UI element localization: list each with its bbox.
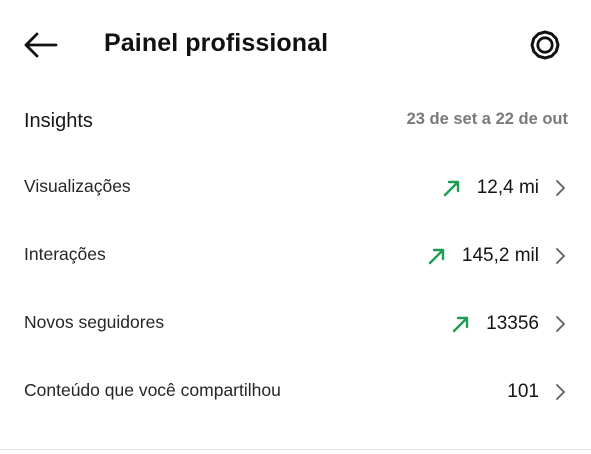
trend-up-icon — [441, 177, 463, 199]
metric-label: Interações — [24, 244, 106, 264]
metric-value: 13356 — [486, 313, 539, 334]
metric-row-shared-content[interactable]: Conteúdo que você compartilhou 101 — [0, 358, 591, 426]
app-header: Painel profissional — [0, 0, 591, 90]
metric-value: 12,4 mi — [476, 177, 539, 198]
trend-up-icon — [450, 313, 472, 335]
date-range[interactable]: 23 de set a 22 de out — [407, 110, 568, 129]
metric-summary: 145,2 mil — [426, 240, 567, 272]
insights-header: Insights 23 de set a 22 de out — [0, 98, 591, 146]
professional-dashboard-screen: Painel profissional Insights 23 de set a… — [0, 0, 591, 454]
metric-summary: 12,4 mi — [441, 172, 567, 204]
chevron-right-icon — [553, 314, 567, 334]
bottom-divider — [0, 449, 591, 450]
gear-icon — [530, 30, 560, 60]
back-button[interactable] — [18, 26, 62, 64]
metric-row-views[interactable]: Visualizações 12,4 mi — [0, 154, 591, 222]
chevron-right-icon — [553, 178, 567, 198]
metric-label: Novos seguidores — [24, 312, 165, 332]
metric-summary: 101 — [507, 376, 567, 408]
arrow-left-icon — [24, 32, 58, 58]
chevron-right-icon — [553, 246, 567, 266]
metric-row-new-followers[interactable]: Novos seguidores 13356 — [0, 290, 591, 358]
metric-value: 145,2 mil — [461, 245, 539, 266]
insights-title: Insights — [24, 110, 93, 132]
metric-label: Conteúdo que você compartilhou — [24, 380, 281, 400]
metric-summary: 13356 — [450, 308, 567, 340]
chevron-right-icon — [553, 382, 567, 402]
settings-button[interactable] — [524, 24, 566, 66]
metric-value: 101 — [507, 381, 539, 402]
metric-list: Visualizações 12,4 mi Interações 145,2 m… — [0, 154, 591, 426]
page-title: Painel profissional — [104, 29, 329, 57]
metric-row-interactions[interactable]: Interações 145,2 mil — [0, 222, 591, 290]
metric-label: Visualizações — [24, 176, 131, 196]
trend-up-icon — [426, 245, 448, 267]
